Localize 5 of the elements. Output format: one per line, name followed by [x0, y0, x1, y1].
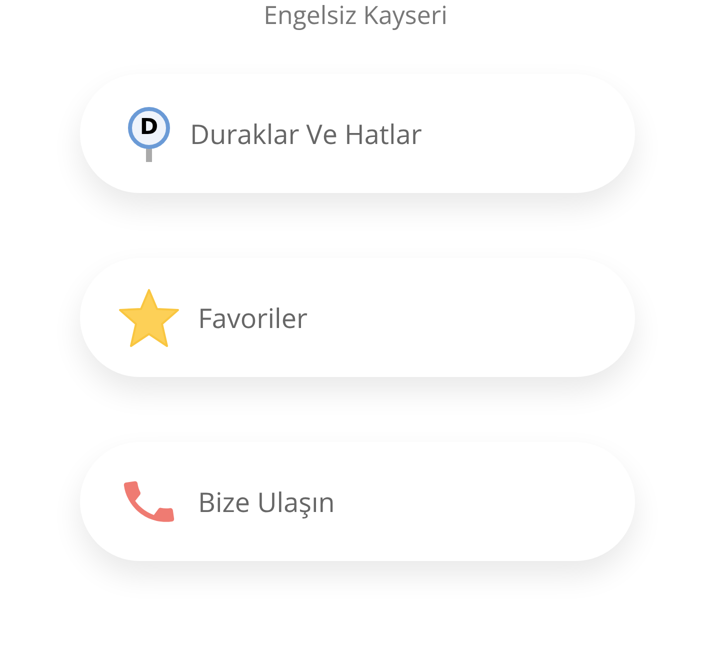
app-title: Engelsiz Kayseri — [264, 0, 448, 30]
menu-button[interactable]: Favoriler — [80, 258, 635, 377]
menu-button[interactable]: Bize Ulaşın — [80, 442, 635, 561]
menu-button[interactable]: D Duraklar Ve Hatlar — [80, 74, 635, 193]
star-icon — [118, 288, 180, 348]
